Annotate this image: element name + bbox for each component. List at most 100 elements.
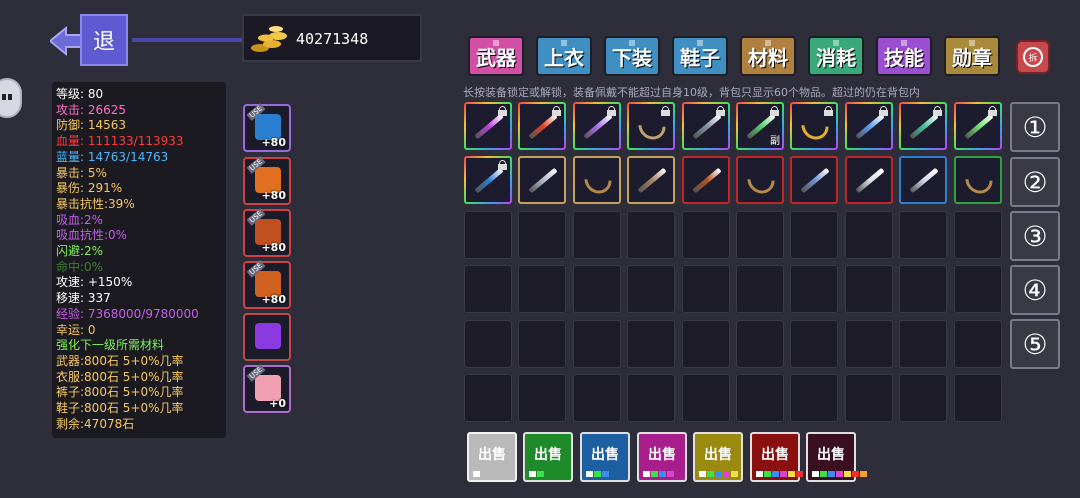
bag-item[interactable] bbox=[899, 102, 947, 150]
bag-slot-empty[interactable] bbox=[736, 374, 784, 422]
rarity-dots bbox=[812, 471, 867, 477]
bag-item[interactable]: 副 bbox=[736, 102, 784, 150]
bag-slot-empty[interactable] bbox=[736, 320, 784, 368]
page-button-4[interactable]: ④ bbox=[1010, 265, 1060, 315]
weapon-icon bbox=[528, 167, 558, 194]
sell-button-3[interactable]: 出售 bbox=[580, 432, 630, 482]
bag-slot-empty[interactable] bbox=[845, 265, 893, 313]
bag-item[interactable] bbox=[954, 156, 1002, 204]
tab-3[interactable]: 鞋子 bbox=[672, 36, 728, 76]
stat-line: 暴击抗性:39% bbox=[56, 196, 135, 211]
bag-slot-empty[interactable] bbox=[736, 265, 784, 313]
tab-7[interactable]: 勋章 bbox=[944, 36, 1000, 76]
bag-item[interactable] bbox=[573, 156, 621, 204]
equipped-bottom[interactable]: USE +80 bbox=[243, 208, 291, 257]
bag-slot-empty[interactable] bbox=[954, 265, 1002, 313]
bag-slot-empty[interactable] bbox=[899, 211, 947, 259]
page-button-5[interactable]: ⑤ bbox=[1010, 319, 1060, 369]
stat-line: 暴伤: 291% bbox=[56, 181, 123, 196]
sell-button-2[interactable]: 出售 bbox=[523, 432, 573, 482]
bag-item[interactable] bbox=[518, 102, 566, 150]
sell-button-6[interactable]: 出售 bbox=[750, 432, 803, 482]
bag-slot-empty[interactable] bbox=[682, 265, 730, 313]
bag-slot-empty[interactable] bbox=[573, 265, 621, 313]
bag-slot-empty[interactable] bbox=[464, 374, 512, 422]
bag-slot-empty[interactable] bbox=[736, 211, 784, 259]
bag-slot-empty[interactable] bbox=[845, 374, 893, 422]
page-button-2[interactable]: ② bbox=[1010, 157, 1060, 207]
bag-item[interactable] bbox=[954, 102, 1002, 150]
bag-slot-empty[interactable] bbox=[790, 374, 838, 422]
bag-item[interactable] bbox=[845, 102, 893, 150]
bag-slot-empty[interactable] bbox=[682, 211, 730, 259]
bag-slot-empty[interactable] bbox=[573, 320, 621, 368]
back-button[interactable]: 退 bbox=[50, 14, 130, 68]
bag-slot-empty[interactable] bbox=[954, 320, 1002, 368]
bag-slot-empty[interactable] bbox=[682, 374, 730, 422]
bag-slot-empty[interactable] bbox=[518, 374, 566, 422]
bag-slot-empty[interactable] bbox=[954, 211, 1002, 259]
equipped-top[interactable]: USE +80 bbox=[243, 156, 291, 205]
bag-slot-empty[interactable] bbox=[845, 320, 893, 368]
bag-slot-empty[interactable] bbox=[790, 211, 838, 259]
bag-item[interactable] bbox=[899, 156, 947, 204]
equipped-shoes[interactable]: USE +80 bbox=[243, 260, 291, 309]
bag-item[interactable] bbox=[464, 102, 512, 150]
bag-slot-empty[interactable] bbox=[518, 320, 566, 368]
sell-button-5[interactable]: 出售 bbox=[693, 432, 743, 482]
bag-slot-empty[interactable] bbox=[518, 265, 566, 313]
bag-item[interactable] bbox=[627, 102, 675, 150]
bag-slot-empty[interactable] bbox=[682, 320, 730, 368]
bag-slot-empty[interactable] bbox=[845, 211, 893, 259]
bag-slot-empty[interactable] bbox=[899, 320, 947, 368]
page-button-3[interactable]: ③ bbox=[1010, 211, 1060, 261]
bag-item[interactable] bbox=[845, 156, 893, 204]
bag-slot-empty[interactable] bbox=[573, 211, 621, 259]
bag-slot-empty[interactable] bbox=[464, 265, 512, 313]
tab-1[interactable]: 上衣 bbox=[536, 36, 592, 76]
bag-slot-empty[interactable] bbox=[790, 320, 838, 368]
equipped-medal[interactable]: USE +0 bbox=[243, 364, 291, 413]
sell-button-1[interactable]: 出售 bbox=[467, 432, 517, 482]
sell-button-7[interactable]: 出售 bbox=[806, 432, 867, 482]
bag-slot-empty[interactable] bbox=[899, 374, 947, 422]
chat-bubble-icon[interactable] bbox=[0, 78, 22, 118]
bag-item[interactable] bbox=[518, 156, 566, 204]
bag-slot-empty[interactable] bbox=[790, 265, 838, 313]
stat-line: 移速: 337 bbox=[56, 291, 111, 306]
sell-label: 出售 bbox=[534, 447, 562, 463]
weapon-icon bbox=[692, 113, 722, 140]
bag-slot-empty[interactable] bbox=[627, 374, 675, 422]
bag-slot-empty[interactable] bbox=[464, 211, 512, 259]
weapon-icon bbox=[528, 113, 558, 140]
bag-slot-empty[interactable] bbox=[627, 211, 675, 259]
equipped-weapon[interactable]: USE +80 bbox=[243, 103, 291, 152]
bag-slot-empty[interactable] bbox=[573, 374, 621, 422]
sell-button-4[interactable]: 出售 bbox=[637, 432, 687, 482]
tab-0[interactable]: 武器 bbox=[468, 36, 524, 76]
bag-slot-empty[interactable] bbox=[899, 265, 947, 313]
bag-item[interactable] bbox=[573, 102, 621, 150]
bag-slot-empty[interactable] bbox=[464, 320, 512, 368]
bag-item[interactable] bbox=[682, 102, 730, 150]
bag-item[interactable] bbox=[627, 156, 675, 204]
bag-slot-empty[interactable] bbox=[518, 211, 566, 259]
dismantle-button[interactable]: 拆 bbox=[1016, 40, 1050, 74]
bag-slot-empty[interactable] bbox=[627, 265, 675, 313]
bag-item[interactable] bbox=[790, 102, 838, 150]
equipped-material[interactable] bbox=[243, 313, 291, 361]
tab-4[interactable]: 材料 bbox=[740, 36, 796, 76]
tab-2[interactable]: 下装 bbox=[604, 36, 660, 76]
lock-icon bbox=[988, 106, 997, 116]
bag-item[interactable] bbox=[790, 156, 838, 204]
bag-item[interactable] bbox=[464, 156, 512, 204]
bag-slot-empty[interactable] bbox=[954, 374, 1002, 422]
stat-line: 闪避:2% bbox=[56, 244, 104, 259]
page-button-1[interactable]: ① bbox=[1010, 102, 1060, 152]
tab-6[interactable]: 技能 bbox=[876, 36, 932, 76]
bag-item[interactable] bbox=[736, 156, 784, 204]
tab-5[interactable]: 消耗 bbox=[808, 36, 864, 76]
bag-item[interactable] bbox=[682, 156, 730, 204]
bag-slot-empty[interactable] bbox=[627, 320, 675, 368]
back-label: 退 bbox=[80, 14, 128, 66]
